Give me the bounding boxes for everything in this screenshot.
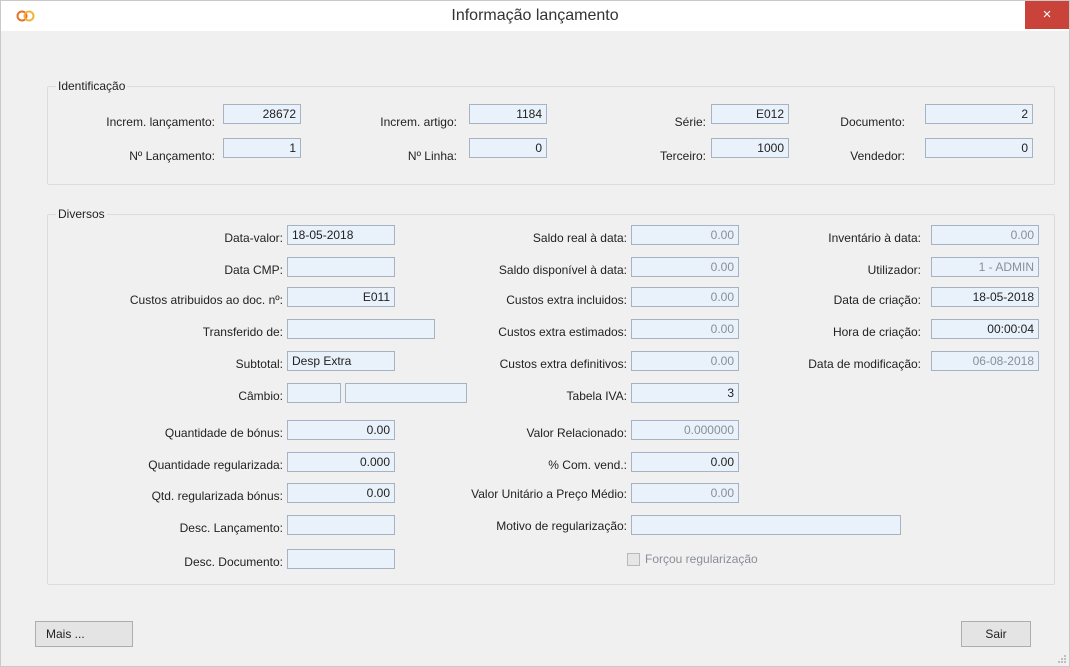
diversos-legend: Diversos (58, 207, 105, 221)
data-cmp-label: Data CMP: (224, 263, 283, 277)
custos-atribuidos-label: Custos atribuidos ao doc. nº: (129, 293, 283, 307)
transferido-de-label: Transferido de: (202, 325, 283, 339)
resize-grip-icon[interactable] (1057, 654, 1067, 664)
data-modificacao-field: 06-08-2018 (931, 351, 1039, 371)
saldo-real-label: Saldo real à data: (532, 231, 627, 245)
motivo-regularizacao-label: Motivo de regularização: (496, 519, 627, 533)
n-linha-label: Nº Linha: (407, 149, 457, 163)
data-valor-label: Data-valor: (224, 231, 283, 245)
inventario-field: 0.00 (931, 225, 1039, 245)
valor-unitario-field: 0.00 (631, 483, 739, 503)
serie-label: Série: (674, 115, 706, 129)
custos-estimados-field: 0.00 (631, 319, 739, 339)
saldo-disponivel-label: Saldo disponível à data: (498, 263, 627, 277)
documento-field[interactable]: 2 (925, 104, 1033, 124)
n-lancamento-label: Nº Lançamento: (129, 149, 215, 163)
increm-lancamento-field[interactable]: 28672 (223, 104, 301, 124)
custos-incluidos-field: 0.00 (631, 287, 739, 307)
documento-label: Documento: (840, 115, 905, 129)
data-modificacao-label: Data de modificação: (808, 357, 921, 371)
serie-field[interactable]: E012 (711, 104, 789, 124)
increm-artigo-label: Increm. artigo: (380, 115, 457, 129)
terceiro-label: Terceiro: (659, 149, 706, 163)
custos-definitivos-label: Custos extra definitivos: (499, 357, 627, 371)
identificacao-legend: Identificação (58, 79, 126, 93)
forcou-regularizacao-label: Forçou regularização (645, 552, 758, 566)
qtd-regularizada-label: Quantidade regularizada: (148, 458, 283, 472)
increm-artigo-field[interactable]: 1184 (469, 104, 547, 124)
mais-button[interactable]: Mais ... (35, 621, 133, 647)
desc-documento-label: Desc. Documento: (184, 555, 283, 569)
com-vend-field[interactable]: 0.00 (631, 452, 739, 472)
qtd-reg-bonus-field[interactable]: 0.00 (287, 483, 395, 503)
n-linha-field[interactable]: 0 (469, 138, 547, 158)
forcou-regularizacao-checkbox[interactable] (627, 553, 640, 566)
qtd-reg-bonus-label: Qtd. regularizada bónus: (151, 489, 283, 503)
hora-criacao-field[interactable]: 00:00:04 (931, 319, 1039, 339)
tabela-iva-label: Tabela IVA: (566, 389, 627, 403)
cambio-field-2[interactable] (345, 383, 467, 403)
valor-relacionado-label: Valor Relacionado: (526, 426, 627, 440)
utilizador-field: 1 - ADMIN (931, 257, 1039, 277)
data-valor-field[interactable]: 18-05-2018 (287, 225, 395, 245)
hora-criacao-label: Hora de criação: (832, 325, 921, 339)
cambio-field-1[interactable] (287, 383, 341, 403)
custos-atribuidos-field[interactable]: E011 (287, 287, 395, 307)
motivo-regularizacao-field[interactable] (631, 515, 901, 535)
data-criacao-label: Data de criação: (833, 293, 921, 307)
qtd-regularizada-field[interactable]: 0.000 (287, 452, 395, 472)
close-button[interactable]: × (1025, 1, 1069, 29)
window-title: Informação lançamento (451, 7, 619, 24)
custos-incluidos-label: Custos extra incluidos: (506, 293, 627, 307)
qtd-bonus-field[interactable]: 0.00 (287, 420, 395, 440)
terceiro-field[interactable]: 1000 (711, 138, 789, 158)
sair-button[interactable]: Sair (961, 621, 1031, 647)
utilizador-label: Utilizador: (867, 263, 921, 277)
dialog-window: Informação lançamento × Identificação In… (0, 0, 1070, 667)
inventario-label: Inventário à data: (828, 231, 921, 245)
desc-lancamento-field[interactable] (287, 515, 395, 535)
qtd-bonus-label: Quantidade de bónus: (164, 426, 283, 440)
dialog-body: Identificação Increm. lançamento: 28672 … (9, 31, 1061, 659)
com-vend-label: % Com. vend.: (548, 458, 627, 472)
valor-relacionado-field: 0.000000 (631, 420, 739, 440)
close-icon: × (1042, 6, 1052, 23)
desc-documento-field[interactable] (287, 549, 395, 569)
cambio-label: Câmbio: (238, 389, 283, 403)
data-criacao-field[interactable]: 18-05-2018 (931, 287, 1039, 307)
saldo-disponivel-field: 0.00 (631, 257, 739, 277)
custos-definitivos-field: 0.00 (631, 351, 739, 371)
transferido-de-field[interactable] (287, 319, 435, 339)
title-bar[interactable]: Informação lançamento × (1, 1, 1069, 31)
subtotal-field[interactable]: Desp Extra (287, 351, 395, 371)
tabela-iva-field[interactable]: 3 (631, 383, 739, 403)
valor-unitario-label: Valor Unitário a Preço Médio: (471, 487, 627, 501)
vendedor-field[interactable]: 0 (925, 138, 1033, 158)
custos-estimados-label: Custos extra estimados: (498, 325, 627, 339)
vendedor-label: Vendedor: (850, 149, 905, 163)
data-cmp-field[interactable] (287, 257, 395, 277)
desc-lancamento-label: Desc. Lançamento: (179, 521, 283, 535)
identificacao-group: Identificação (47, 79, 1055, 185)
saldo-real-field: 0.00 (631, 225, 739, 245)
n-lancamento-field[interactable]: 1 (223, 138, 301, 158)
increm-lancamento-label: Increm. lançamento: (106, 115, 215, 129)
subtotal-label: Subtotal: (235, 357, 283, 371)
